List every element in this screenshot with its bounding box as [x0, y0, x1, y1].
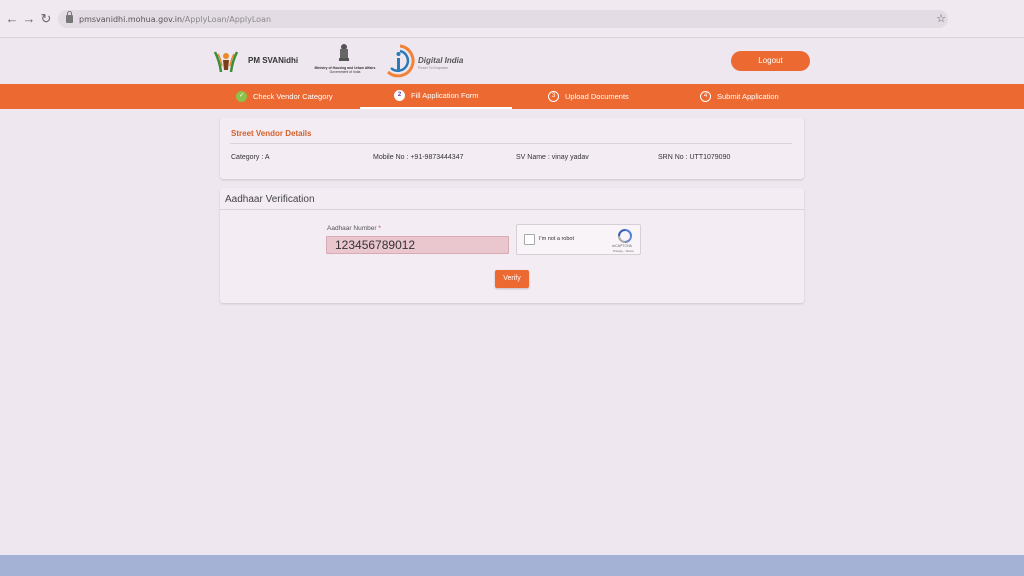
bookmark-star-icon[interactable]: ☆: [936, 12, 946, 25]
footer-bar: [0, 555, 1024, 576]
step-upload-documents[interactable]: 3 Upload Documents: [548, 84, 629, 109]
digital-india-logo-icon: [386, 44, 415, 78]
step-number: 3: [548, 91, 559, 102]
recaptcha-terms-link[interactable]: Privacy - Terms: [613, 249, 634, 253]
step-number: 2: [394, 90, 405, 101]
digital-india-text: Digital India: [418, 56, 464, 65]
logout-button[interactable]: Logout: [731, 51, 810, 71]
lock-icon: [66, 11, 73, 23]
browser-toolbar: ← → ↻ pmsvanidhi.mohua.gov.in/ApplyLoan/…: [0, 0, 1024, 38]
national-emblem-icon: [339, 44, 349, 61]
vendor-category: Category : A: [231, 154, 270, 161]
address-bar[interactable]: pmsvanidhi.mohua.gov.in/ApplyLoan/ApplyL…: [58, 10, 948, 28]
divider: [230, 143, 792, 144]
recaptcha-label: I'm not a robot: [539, 236, 574, 242]
vendor-name: SV Name : vinay yadav: [516, 154, 589, 161]
step-label: Submit Application: [717, 92, 779, 101]
step-label: Check Vendor Category: [253, 92, 333, 101]
vendor-srn: SRN No : UTT1079090: [658, 154, 731, 161]
recaptcha-brand: reCAPTCHA: [612, 244, 632, 248]
site-header: PM SVANidhi Ministry of Housing and Urba…: [0, 38, 1024, 84]
divider: [220, 209, 804, 210]
step-fill-application-form[interactable]: 2 Fill Application Form: [360, 84, 512, 109]
application-steps: ✓ Check Vendor Category 2 Fill Applicati…: [0, 84, 1024, 109]
recaptcha-checkbox[interactable]: [524, 234, 535, 245]
svanidhi-logo-icon: [213, 51, 239, 73]
card-title: Aadhaar Verification: [225, 194, 315, 205]
brand-name: PM SVANidhi: [248, 56, 299, 65]
aadhaar-number-label: Aadhaar Number *: [327, 225, 381, 232]
ministry-text: Ministry of Housing and Urban Affairs Go…: [314, 66, 376, 74]
street-vendor-details-card: Street Vendor Details Category : A Mobil…: [220, 118, 804, 179]
aadhaar-verification-card: Aadhaar Verification Aadhaar Number * I'…: [220, 188, 804, 303]
step-check-vendor-category[interactable]: ✓ Check Vendor Category: [236, 84, 333, 109]
recaptcha-widget: I'm not a robot reCAPTCHA Privacy - Term…: [516, 224, 641, 255]
card-title: Street Vendor Details: [231, 129, 312, 138]
step-submit-application[interactable]: 4 Submit Application: [700, 84, 779, 109]
forward-arrow-icon[interactable]: →: [21, 11, 37, 27]
recaptcha-logo-icon: [618, 229, 632, 243]
vendor-mobile: Mobile No : +91-9873444347: [373, 154, 464, 161]
step-label: Upload Documents: [565, 92, 629, 101]
url-text: pmsvanidhi.mohua.gov.in/ApplyLoan/ApplyL…: [79, 14, 272, 24]
back-arrow-icon[interactable]: ←: [4, 11, 20, 27]
aadhaar-number-input[interactable]: [326, 236, 509, 254]
step-number: 4: [700, 91, 711, 102]
check-icon: ✓: [236, 91, 247, 102]
digital-india-tagline: Power To Empower: [418, 66, 449, 70]
step-label: Fill Application Form: [411, 91, 479, 100]
verify-button[interactable]: Verify: [495, 270, 529, 288]
reload-icon[interactable]: ↻: [38, 11, 54, 27]
